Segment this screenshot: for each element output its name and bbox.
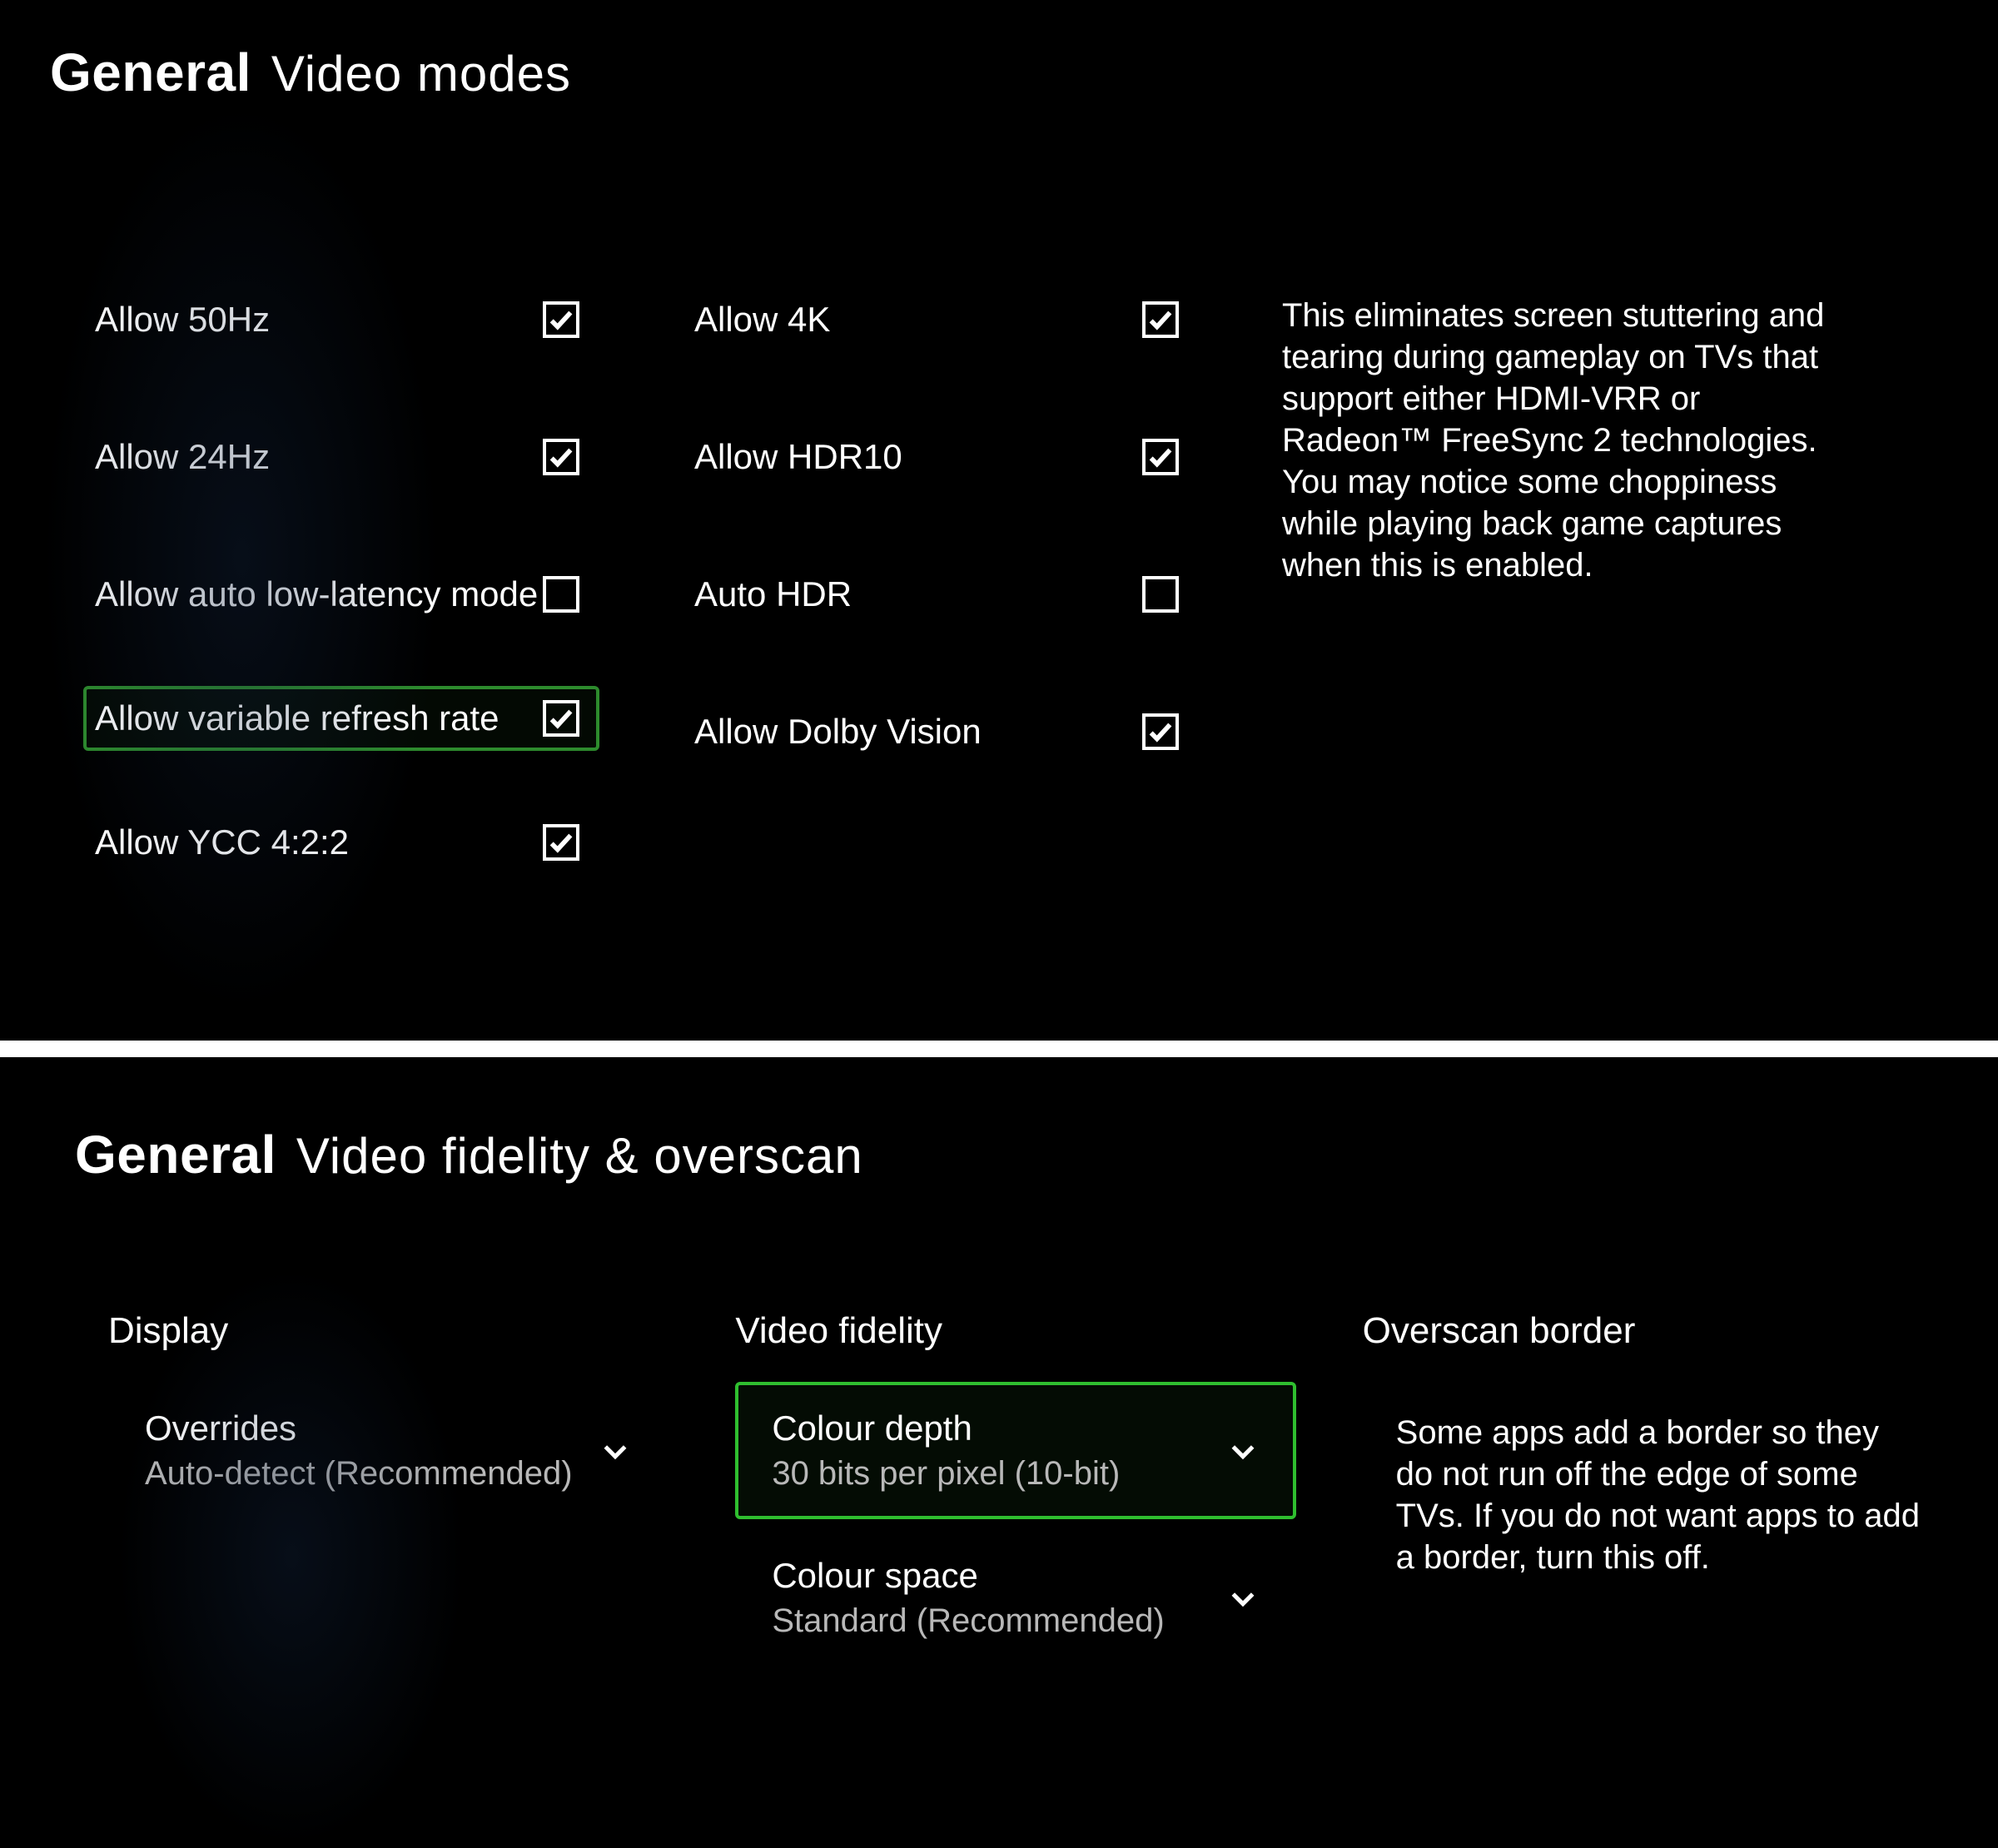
allow-vrr-label: Allow variable refresh rate (95, 698, 500, 738)
allow-allm-label: Allow auto low-latency mode (95, 574, 538, 614)
allow-hdr10-label: Allow HDR10 (694, 437, 902, 477)
breadcrumb-sub: Video fidelity & overscan (296, 1127, 863, 1185)
allow-24hz-label: Allow 24Hz (95, 437, 270, 477)
allow-4k-checkbox[interactable] (1142, 301, 1179, 338)
allow-allm-checkbox[interactable] (543, 576, 579, 613)
colour-depth-dropdown[interactable]: Colour depth 30 bits per pixel (10-bit) (735, 1382, 1295, 1519)
vrr-description: This eliminates screen stuttering and te… (1282, 295, 1848, 586)
colour-space-label: Colour space (772, 1556, 1164, 1596)
video-modes-col1: Allow 50Hz Allow 24Hz Allow auto low-lat… (83, 295, 599, 867)
check-icon (1146, 718, 1175, 746)
allow-50hz-row[interactable]: Allow 50Hz (83, 295, 599, 345)
overscan-column: Overscan border Some apps add a border s… (1363, 1310, 1923, 1677)
allow-dolby-label: Allow Dolby Vision (694, 712, 982, 752)
allow-ycc-label: Allow YCC 4:2:2 (95, 822, 349, 862)
allow-24hz-row[interactable]: Allow 24Hz (83, 432, 599, 482)
check-icon (547, 828, 575, 857)
overscan-title: Overscan border (1363, 1310, 1923, 1352)
check-icon (547, 704, 575, 733)
allow-dolby-row[interactable]: Allow Dolby Vision (683, 707, 1199, 757)
overrides-value: Auto-detect (Recommended) (145, 1455, 573, 1493)
chevron-down-icon (1226, 1582, 1260, 1615)
auto-hdr-checkbox[interactable] (1142, 576, 1179, 613)
chevron-down-icon (599, 1434, 632, 1468)
colour-space-dropdown[interactable]: Colour space Standard (Recommended) (735, 1529, 1295, 1667)
overrides-label: Overrides (145, 1408, 573, 1448)
auto-hdr-row[interactable]: Auto HDR (683, 569, 1199, 619)
allow-hdr10-row[interactable]: Allow HDR10 (683, 432, 1199, 482)
allow-dolby-checkbox[interactable] (1142, 713, 1179, 750)
allow-24hz-checkbox[interactable] (543, 439, 579, 475)
video-fidelity-content: Display Overrides Auto-detect (Recommend… (75, 1310, 1923, 1677)
allow-hdr10-checkbox[interactable] (1142, 439, 1179, 475)
allow-ycc-checkbox[interactable] (543, 824, 579, 861)
overrides-dropdown[interactable]: Overrides Auto-detect (Recommended) (108, 1382, 668, 1519)
fidelity-column: Video fidelity Colour depth 30 bits per … (735, 1310, 1295, 1677)
allow-50hz-checkbox[interactable] (543, 301, 579, 338)
allow-vrr-checkbox[interactable] (543, 700, 579, 737)
breadcrumb-main: General (50, 42, 251, 103)
video-fidelity-panel: General Video fidelity & overscan Displa… (0, 1041, 1998, 1776)
allow-ycc-row[interactable]: Allow YCC 4:2:2 (83, 817, 599, 867)
breadcrumb-top: General Video modes (50, 42, 1948, 103)
colour-depth-label: Colour depth (772, 1408, 1120, 1448)
display-title: Display (108, 1310, 668, 1352)
check-icon (1146, 306, 1175, 334)
chevron-down-icon (1226, 1434, 1260, 1468)
allow-4k-row[interactable]: Allow 4K (683, 295, 1199, 345)
video-modes-panel: General Video modes Allow 50Hz Allow 24H… (0, 0, 1998, 1041)
allow-4k-label: Allow 4K (694, 300, 830, 340)
allow-allm-row[interactable]: Allow auto low-latency mode (83, 569, 599, 619)
colour-space-value: Standard (Recommended) (772, 1602, 1164, 1640)
check-icon (547, 306, 575, 334)
allow-50hz-label: Allow 50Hz (95, 300, 270, 340)
check-icon (547, 443, 575, 471)
video-modes-content: Allow 50Hz Allow 24Hz Allow auto low-lat… (50, 295, 1948, 867)
overscan-description: Some apps add a border so they do not ru… (1363, 1382, 1923, 1578)
breadcrumb-sub: Video modes (271, 45, 571, 102)
breadcrumb-main: General (75, 1124, 276, 1185)
auto-hdr-label: Auto HDR (694, 574, 852, 614)
breadcrumb-bottom: General Video fidelity & overscan (75, 1124, 1923, 1185)
video-modes-col2: Allow 4K Allow HDR10 Auto HDR (683, 295, 1199, 867)
fidelity-title: Video fidelity (735, 1310, 1295, 1352)
video-modes-description-col: This eliminates screen stuttering and te… (1282, 295, 1848, 867)
check-icon (1146, 443, 1175, 471)
allow-vrr-row[interactable]: Allow variable refresh rate (83, 686, 599, 751)
display-column: Display Overrides Auto-detect (Recommend… (108, 1310, 668, 1677)
colour-depth-value: 30 bits per pixel (10-bit) (772, 1455, 1120, 1493)
